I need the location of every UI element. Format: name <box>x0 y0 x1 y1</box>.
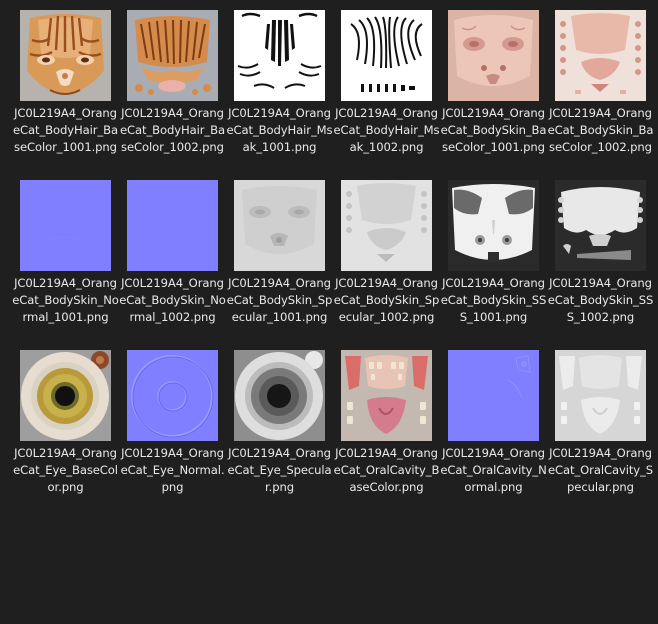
file-tile[interactable]: JC0L219A4_OrangeCat_BodySkin_SSS_1001.pn… <box>440 174 547 344</box>
eye-normal-thumbnail-icon <box>127 350 218 441</box>
file-tile[interactable]: JC0L219A4_OrangeCat_OralCavity_Normal.pn… <box>440 344 547 514</box>
file-name-label: JC0L219A4_OrangeCat_OralCavity_Normal.pn… <box>440 446 547 494</box>
file-tile[interactable]: JC0L219A4_OrangeCat_BodyHair_Msak_1002.p… <box>333 4 440 174</box>
file-name-label: JC0L219A4_OrangeCat_BodySkin_BaseColor_1… <box>440 106 547 154</box>
skin-specular-1002-thumbnail-icon <box>341 180 432 271</box>
skin-normal-1002-thumbnail-icon <box>127 180 218 271</box>
file-tile[interactable]: JC0L219A4_OrangeCat_Eye_BaseColor.png <box>12 344 119 514</box>
file-name-label: JC0L219A4_OrangeCat_Eye_BaseColor.png <box>13 446 118 494</box>
file-name-label: JC0L219A4_OrangeCat_BodySkin_SSS_1002.pn… <box>547 276 654 324</box>
file-tile[interactable]: JC0L219A4_OrangeCat_BodySkin_Normal_1001… <box>12 174 119 344</box>
skin-sss-1001-thumbnail-icon <box>448 180 539 271</box>
file-name-label: JC0L219A4_OrangeCat_Eye_Normal.png <box>120 446 225 494</box>
file-tile[interactable]: JC0L219A4_OrangeCat_BodySkin_Normal_1002… <box>119 174 226 344</box>
file-tile[interactable]: JC0L219A4_OrangeCat_Eye_Normal.png <box>119 344 226 514</box>
file-tile[interactable]: JC0L219A4_OrangeCat_BodySkin_Specular_10… <box>226 174 333 344</box>
skin-normal-1001-thumbnail-icon <box>20 180 111 271</box>
eye-specular-thumbnail-icon <box>234 350 325 441</box>
fur-mask-1002-thumbnail-icon <box>341 10 432 101</box>
file-tile[interactable]: JC0L219A4_OrangeCat_OralCavity_BaseColor… <box>333 344 440 514</box>
fur-mask-1001-thumbnail-icon <box>234 10 325 101</box>
skin-basecolor-1001-thumbnail-icon <box>448 10 539 101</box>
file-name-label: JC0L219A4_OrangeCat_BodySkin_BaseColor_1… <box>547 106 654 154</box>
file-name-label: JC0L219A4_OrangeCat_BodySkin_Specular_10… <box>333 276 440 324</box>
oral-basecolor-thumbnail-icon <box>341 350 432 441</box>
file-name-label: JC0L219A4_OrangeCat_BodySkin_SSS_1001.pn… <box>440 276 547 324</box>
file-tile[interactable]: JC0L219A4_OrangeCat_BodySkin_BaseColor_1… <box>547 4 654 174</box>
file-name-label: JC0L219A4_OrangeCat_BodySkin_Normal_1001… <box>12 276 119 324</box>
skin-specular-1001-thumbnail-icon <box>234 180 325 271</box>
file-name-label: JC0L219A4_OrangeCat_BodyHair_Msak_1001.p… <box>226 106 333 154</box>
file-name-label: JC0L219A4_OrangeCat_OralCavity_Specular.… <box>547 446 654 494</box>
eye-basecolor-thumbnail-icon <box>20 350 111 441</box>
file-tile[interactable]: JC0L219A4_OrangeCat_BodySkin_Specular_10… <box>333 174 440 344</box>
cat-fur-basecolor-1001-thumbnail-icon <box>20 10 111 101</box>
oral-specular-thumbnail-icon <box>555 350 646 441</box>
file-tile[interactable]: JC0L219A4_OrangeCat_BodyHair_BaseColor_1… <box>12 4 119 174</box>
file-tile[interactable]: JC0L219A4_OrangeCat_BodyHair_Msak_1001.p… <box>226 4 333 174</box>
file-name-label: JC0L219A4_OrangeCat_Eye_Specular.png <box>227 446 332 494</box>
file-tile[interactable]: JC0L219A4_OrangeCat_Eye_Specular.png <box>226 344 333 514</box>
file-name-label: JC0L219A4_OrangeCat_BodyHair_Msak_1002.p… <box>333 106 440 154</box>
cat-fur-basecolor-1002-thumbnail-icon <box>127 10 218 101</box>
skin-basecolor-1002-thumbnail-icon <box>555 10 646 101</box>
file-tile[interactable]: JC0L219A4_OrangeCat_BodySkin_SSS_1002.pn… <box>547 174 654 344</box>
file-tile[interactable]: JC0L219A4_OrangeCat_BodySkin_BaseColor_1… <box>440 4 547 174</box>
file-tile[interactable]: JC0L219A4_OrangeCat_BodyHair_BaseColor_1… <box>119 4 226 174</box>
file-name-label: JC0L219A4_OrangeCat_BodySkin_Normal_1002… <box>119 276 226 324</box>
file-name-label: JC0L219A4_OrangeCat_BodySkin_Specular_10… <box>226 276 333 324</box>
skin-sss-1002-thumbnail-icon <box>555 180 646 271</box>
file-name-label: JC0L219A4_OrangeCat_BodyHair_BaseColor_1… <box>12 106 118 154</box>
file-name-label: JC0L219A4_OrangeCat_OralCavity_BaseColor… <box>333 446 440 494</box>
oral-normal-thumbnail-icon <box>448 350 539 441</box>
file-name-label: JC0L219A4_OrangeCat_BodyHair_BaseColor_1… <box>119 106 225 154</box>
file-thumbnail-grid: JC0L219A4_OrangeCat_BodyHair_BaseColor_1… <box>12 4 654 514</box>
file-tile[interactable]: JC0L219A4_OrangeCat_OralCavity_Specular.… <box>547 344 654 514</box>
